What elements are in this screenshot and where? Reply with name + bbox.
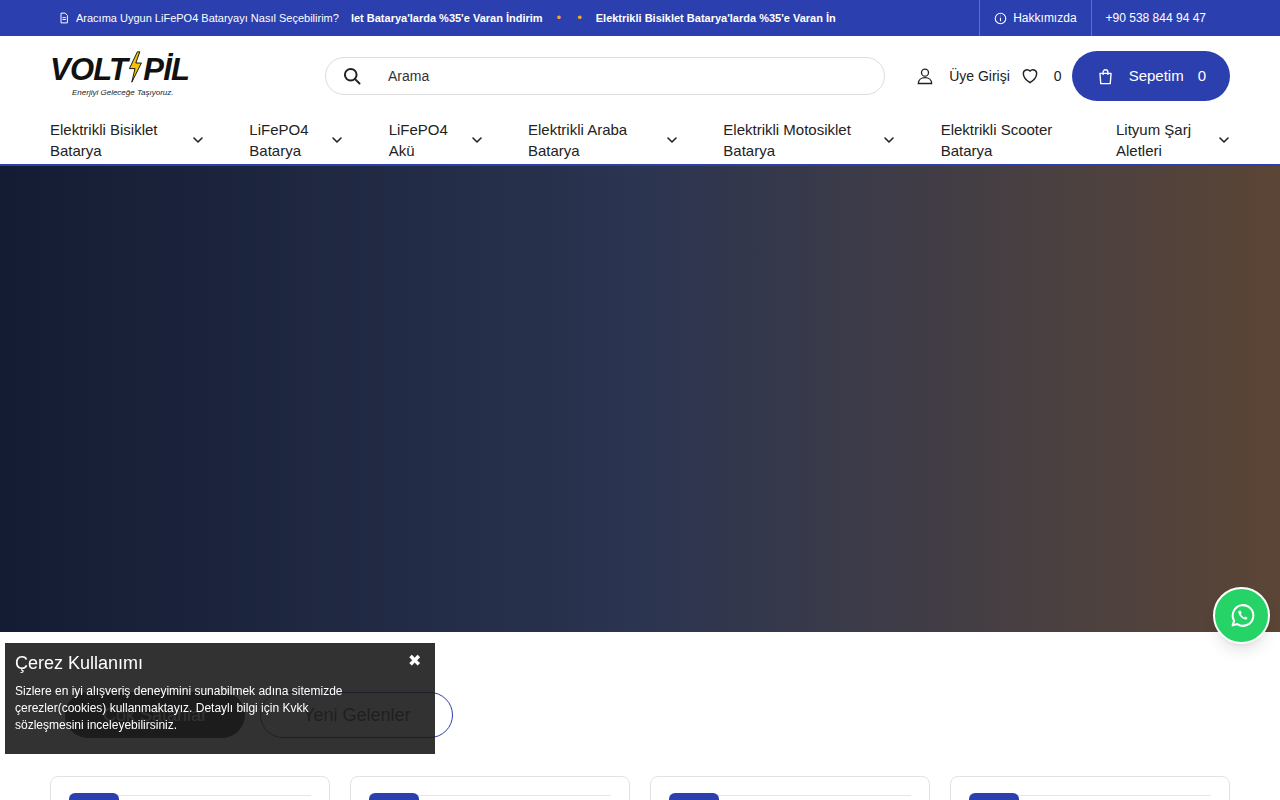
ticker-separator: • xyxy=(555,8,564,28)
top-links: Hakkımızda +90 538 844 94 47 xyxy=(979,0,1280,36)
cookie-text: Sizlere en iyi alışveriş deneyimini suna… xyxy=(15,683,365,734)
logo-text[interactable]: VOLT xyxy=(50,54,127,85)
ticker-text[interactable]: Elektrikli Bisiklet Batarya'larda %35'e … xyxy=(596,10,836,27)
cart-text[interactable]: Sepetim 0 xyxy=(1129,65,1206,88)
nav-item[interactable]: LiFePO4 Akü xyxy=(389,119,483,161)
discount-badge xyxy=(369,793,419,800)
nav-item[interactable]: Elektrikli Scooter Batarya xyxy=(941,119,1071,161)
cart-count: 0 xyxy=(1198,65,1206,88)
info-icon xyxy=(994,12,1007,25)
chevron-down-icon xyxy=(192,134,204,146)
chevron-down-icon xyxy=(666,134,678,146)
page: {"announcement_bar": { "ticker": [ {"kin… xyxy=(0,0,1280,800)
shopping-bag-icon xyxy=(1096,67,1115,86)
search-icon xyxy=(342,66,362,86)
logo-tagline: Enerjiyi Geleceğe Taşıyoruz. xyxy=(72,87,325,99)
heart-icon xyxy=(1020,66,1040,86)
whatsapp-icon xyxy=(1227,601,1257,631)
account-label[interactable]: Üye Girişi xyxy=(949,66,1010,87)
main-nav: Elektrikli Bisiklet Batarya LiFePO4 Batar… xyxy=(0,116,1280,166)
search-input[interactable] xyxy=(388,66,868,87)
discount-badge xyxy=(69,793,119,800)
ticker-separator: • xyxy=(575,8,584,28)
nav-item[interactable]: Elektrikli Motosiklet Batarya xyxy=(723,119,895,161)
nav-label[interactable]: LiFePO4 Batarya xyxy=(249,119,321,161)
discount-badge xyxy=(969,793,1019,800)
chevron-down-icon xyxy=(471,134,483,146)
product-image[interactable] xyxy=(969,795,1211,800)
nav-item[interactable]: Elektrikli Araba Batarya xyxy=(528,119,678,161)
user-icon xyxy=(915,66,935,86)
product-image[interactable] xyxy=(369,795,611,800)
chevron-down-icon xyxy=(331,134,343,146)
whatsapp-button[interactable] xyxy=(1213,587,1270,644)
logo-wordmark[interactable]: VOLT PİL xyxy=(50,54,325,86)
cart-button[interactable]: Sepetim 0 xyxy=(1072,51,1230,101)
chevron-down-icon xyxy=(883,134,895,146)
favorites-count: 0 xyxy=(1054,66,1062,87)
document-icon xyxy=(58,12,70,24)
announcement-bar: Aracıma Uygun LiFePO4 Bataryayı Nasıl Se… xyxy=(0,0,1280,36)
top-link[interactable]: Hakkımızda xyxy=(979,0,1090,36)
nav-label[interactable]: Lityum Şarj Aletleri xyxy=(1116,119,1208,161)
product-image[interactable] xyxy=(669,795,911,800)
cookie-banner: Çerez Kullanımı ✖ Sizlere en iyi alışveriş… xyxy=(5,643,435,754)
product-image[interactable] xyxy=(69,795,311,800)
lightning-icon xyxy=(127,48,143,86)
nav-item[interactable]: Elektrikli Bisiklet Batarya xyxy=(50,119,204,161)
nav-label[interactable]: Elektrikli Motosiklet Batarya xyxy=(723,119,873,161)
header: VOLT PİL Enerjiyi Geleceğe Taşıyoruz. Üye … xyxy=(0,36,1280,116)
logo-text[interactable]: PİL xyxy=(143,54,189,85)
nav-label[interactable]: LiFePO4 Akü xyxy=(389,119,461,161)
logo[interactable]: VOLT PİL Enerjiyi Geleceğe Taşıyoruz. xyxy=(50,54,325,99)
ticker-item[interactable]: Aracıma Uygun LiFePO4 Bataryayı Nasıl Se… xyxy=(58,10,339,27)
nav-item[interactable]: Lityum Şarj Aletleri xyxy=(1116,119,1230,161)
discount-badge xyxy=(669,793,719,800)
close-button[interactable]: ✖ xyxy=(408,651,425,671)
ticker: Aracıma Uygun LiFePO4 Bataryayı Nasıl Se… xyxy=(0,0,979,36)
nav-label[interactable]: Elektrikli Bisiklet Batarya xyxy=(50,119,182,161)
top-link-label[interactable]: +90 538 844 94 47 xyxy=(1106,9,1206,27)
ticker-text[interactable]: let Batarya'larda %35'e Varan İndirim xyxy=(351,10,543,27)
product-card[interactable] xyxy=(50,776,330,800)
cookie-header: Çerez Kullanımı ✖ xyxy=(15,651,425,675)
favorites-link[interactable]: 0 xyxy=(1020,66,1062,87)
header-actions: Üye Girişi 0 Sepetim 0 xyxy=(915,51,1230,101)
cart-label[interactable]: Sepetim xyxy=(1129,65,1184,88)
hero-banner xyxy=(0,166,1280,632)
ticker-text[interactable]: Aracıma Uygun LiFePO4 Bataryayı Nasıl Se… xyxy=(76,10,339,27)
cookie-title: Çerez Kullanımı xyxy=(15,651,143,675)
nav-item[interactable]: LiFePO4 Batarya xyxy=(249,119,343,161)
product-card[interactable] xyxy=(650,776,930,800)
product-card[interactable] xyxy=(950,776,1230,800)
product-card[interactable] xyxy=(350,776,630,800)
search-box[interactable] xyxy=(325,57,885,95)
account-link[interactable]: Üye Girişi xyxy=(915,66,1010,87)
nav-label[interactable]: Elektrikli Araba Batarya xyxy=(528,119,656,161)
nav-label[interactable]: Elektrikli Scooter Batarya xyxy=(941,119,1071,161)
top-link[interactable]: +90 538 844 94 47 xyxy=(1091,0,1220,36)
top-link-label[interactable]: Hakkımızda xyxy=(1013,9,1076,27)
chevron-down-icon xyxy=(1218,134,1230,146)
product-grid xyxy=(0,776,1280,800)
